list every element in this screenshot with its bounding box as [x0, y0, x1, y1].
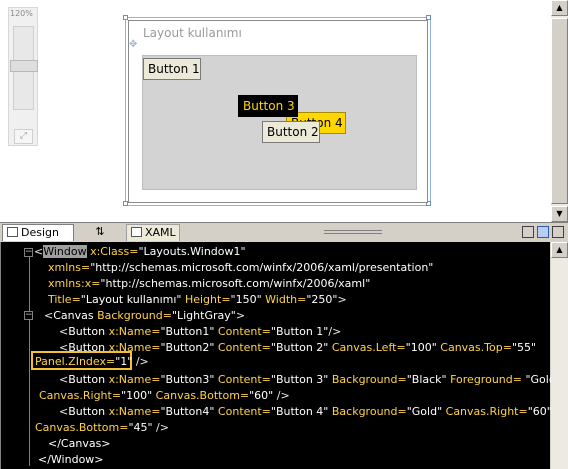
scroll-up-icon[interactable]: ▲ — [551, 0, 568, 16]
zoom-thumb[interactable] — [10, 60, 38, 72]
editor-vertical-scrollbar[interactable]: ▲ — [551, 242, 568, 469]
scroll-thumb[interactable] — [551, 18, 568, 204]
splitter-grip[interactable] — [324, 230, 382, 234]
tab-xaml[interactable]: XAML — [126, 224, 180, 241]
tab-design-label: Design — [21, 226, 59, 239]
code-line: Title="Layout kullanımı" Height="150" Wi… — [48, 293, 347, 306]
tab-xaml-label: XAML — [145, 226, 176, 239]
zoom-fit-icon[interactable]: ⤢ — [14, 129, 33, 144]
canvas-panel[interactable]: Button 1 Button 4 Button 3 Button 2 — [142, 55, 417, 190]
window-preview[interactable]: ✥ Layout kullanımı Button 1 Button 4 But… — [128, 20, 428, 203]
design-icon — [7, 227, 18, 237]
code-line: <Canvas Background="LightGray"> — [44, 309, 246, 322]
code-line: <Window x:Class="Layouts.Window1" — [34, 245, 246, 258]
code-line: xmlns="http://schemas.microsoft.com/winf… — [48, 261, 434, 274]
xaml-icon — [131, 227, 142, 237]
scroll-down-icon[interactable]: ▼ — [551, 206, 568, 222]
design-surface[interactable]: 120% ⤢ ✥ Layout kullanımı Button 1 Butto… — [0, 0, 568, 222]
zoom-slider[interactable]: 120% ⤢ — [8, 7, 38, 146]
code-line: Panel.ZIndex="1" /> — [35, 355, 149, 368]
xaml-editor[interactable]: − − <Window x:Class="Layouts.Window1" xm… — [0, 242, 561, 469]
zoom-level: 120% — [10, 9, 33, 18]
button-1[interactable]: Button 1 — [143, 58, 201, 80]
code-line: <Button x:Name="Button1" Content="Button… — [59, 325, 342, 338]
window-title: Layout kullanımı — [143, 26, 242, 40]
horizontal-split-icon[interactable] — [537, 226, 549, 238]
code-line: Canvas.Right="100" Canvas.Bottom="60" /> — [39, 389, 290, 402]
code-line: <Button x:Name="Button4" Content="Button… — [59, 405, 552, 418]
view-tab-strip: Design ⇅ XAML — [0, 222, 568, 242]
fold-toggle-icon[interactable]: − — [24, 311, 33, 320]
outline-gutter — [29, 250, 30, 466]
button-3[interactable]: Button 3 — [238, 95, 298, 117]
code-line: </Window> — [38, 453, 104, 466]
design-vertical-scrollbar[interactable]: ▲ ▼ — [551, 0, 568, 222]
scroll-up-icon[interactable]: ▲ — [551, 242, 568, 258]
collapse-pane-icon[interactable] — [552, 226, 564, 238]
tab-design[interactable]: Design — [2, 224, 74, 241]
code-line: xmlns:x="http://schemas.microsoft.com/wi… — [48, 277, 371, 290]
vertical-split-icon[interactable] — [522, 226, 534, 238]
code-line: <Button x:Name="Button3" Content="Button… — [59, 373, 561, 386]
code-line: </Canvas> — [48, 437, 111, 450]
button-2[interactable]: Button 2 — [262, 121, 320, 143]
swap-panes-button[interactable]: ⇅ — [80, 224, 120, 241]
selected-element-name: Window — [43, 245, 87, 258]
anchor-icon: ✥ — [129, 39, 138, 50]
code-line: Canvas.Bottom="45" /> — [35, 421, 169, 434]
fold-toggle-icon[interactable]: − — [24, 248, 33, 257]
swap-icon: ⇅ — [95, 225, 105, 238]
